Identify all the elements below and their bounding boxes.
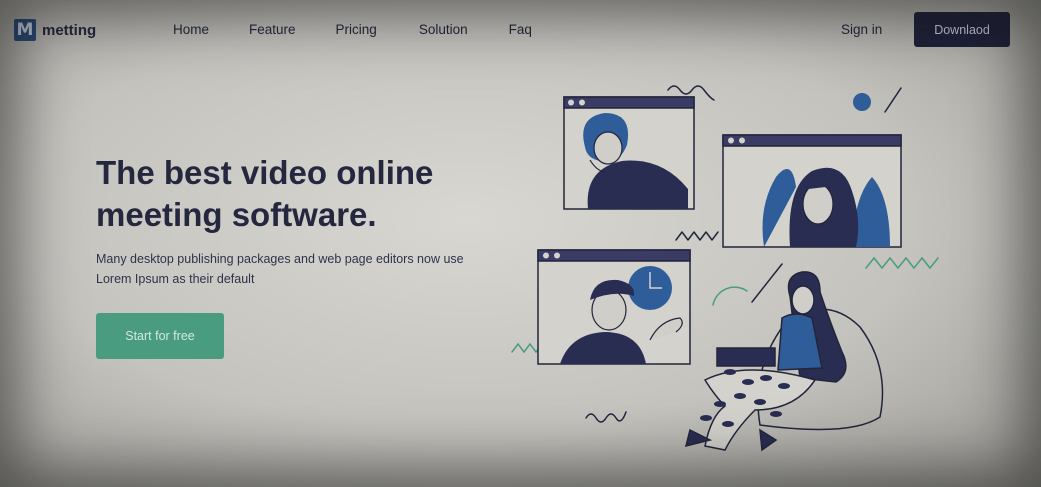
nav-link-solution[interactable]: Solution bbox=[419, 22, 468, 37]
video-window-1 bbox=[563, 96, 695, 210]
video-window-3 bbox=[537, 249, 691, 365]
top-navigation: M metting Home Feature Pricing Solution … bbox=[0, 0, 1041, 60]
nav-link-home[interactable]: Home bbox=[173, 22, 209, 37]
decor-dot-icon bbox=[853, 93, 871, 111]
hero-subtitle: Many desktop publishing packages and web… bbox=[96, 252, 464, 286]
video-window-2 bbox=[722, 134, 902, 248]
nav-link-pricing[interactable]: Pricing bbox=[336, 22, 377, 37]
logo-icon: M bbox=[14, 19, 36, 41]
hero-title-line-1: The best video online bbox=[96, 154, 434, 191]
sign-in-link[interactable]: Sign in bbox=[841, 22, 882, 37]
brand-logo[interactable]: M metting bbox=[14, 19, 96, 41]
brand-name: metting bbox=[42, 21, 97, 39]
nav-link-feature[interactable]: Feature bbox=[249, 22, 296, 37]
start-for-free-button[interactable]: Start for free bbox=[96, 313, 224, 359]
video-meeting-illustration bbox=[511, 85, 939, 452]
hero-title-line-2: meeting software. bbox=[96, 196, 377, 233]
hero-title: The best video online meeting software. bbox=[96, 152, 516, 236]
nav-links: Home Feature Pricing Solution Faq bbox=[173, 22, 532, 37]
download-button[interactable]: Downlaod bbox=[914, 12, 1010, 47]
nav-link-faq[interactable]: Faq bbox=[509, 22, 532, 37]
